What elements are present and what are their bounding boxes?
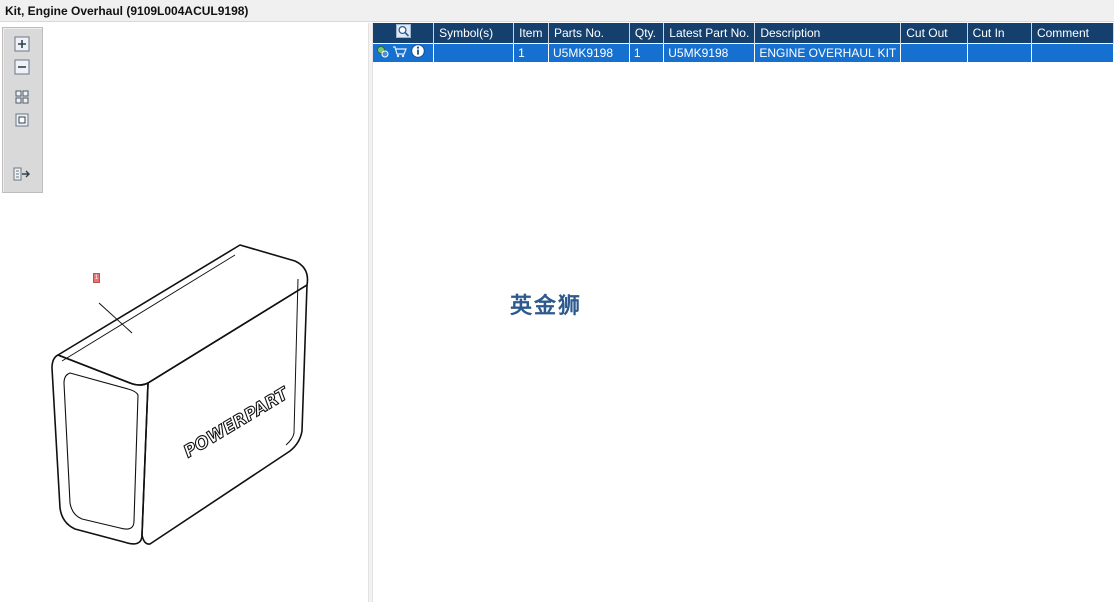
cell-comment [1031,42,1114,62]
column-header-comment[interactable]: Comment [1031,23,1114,43]
info-icon[interactable] [410,44,425,61]
window-title: Kit, Engine Overhaul (9109L004ACUL9198) [5,4,249,18]
column-header-cut-out[interactable]: Cut Out [900,23,968,43]
window-title-bar: Kit, Engine Overhaul (9109L004ACUL9198) [0,0,1114,22]
brand-lettering: POWERPART [180,383,293,462]
illustration-pane[interactable]: POWERPART 1 [0,23,368,602]
table-row[interactable]: 1 U5MK9198 1 U5MK9198 ENGINE OVERHAUL KI… [373,42,1114,62]
cell-cut-in [967,42,1032,62]
cell-item: 1 [513,42,549,62]
fit-all-icon[interactable] [12,88,32,106]
cell-qty: 1 [629,42,665,62]
cell-symbols [433,42,515,62]
cell-latest-part-no: U5MK9198 [663,42,756,62]
callout-marker[interactable]: 1 [93,273,100,283]
panel-toggle-icon[interactable] [12,165,32,183]
cell-description: ENGINE OVERHAUL KIT [754,42,902,62]
column-header-item[interactable]: Item [513,23,549,43]
locate-part-icon[interactable] [376,45,389,61]
view-toolbar [2,27,43,193]
cell-cut-out [900,42,968,62]
column-header-latest-part-no[interactable]: Latest Part No. [663,23,756,43]
view-search-icon[interactable] [395,24,411,41]
cell-parts-no: U5MK9198 [548,42,630,62]
zoom-out-icon[interactable] [12,58,32,76]
column-header-symbols[interactable]: Symbol(s) [433,23,515,43]
table-header-row: Symbol(s) Item Parts No. Qty. Latest Par… [373,23,1114,43]
parts-list-pane: Symbol(s) Item Parts No. Qty. Latest Par… [373,23,1114,602]
column-header-view[interactable] [373,23,435,43]
engine-kit-box-illustration[interactable]: POWERPART [0,223,368,602]
column-header-qty[interactable]: Qty. [629,23,665,43]
column-header-cut-in[interactable]: Cut In [967,23,1032,43]
column-header-description[interactable]: Description [754,23,902,43]
zoom-in-icon[interactable] [12,35,32,53]
column-header-parts-no[interactable]: Parts No. [548,23,630,43]
actual-size-icon[interactable] [12,111,32,129]
row-action-icons [373,42,435,62]
parts-table: Symbol(s) Item Parts No. Qty. Latest Par… [373,23,1114,62]
watermark-text: 英金狮 [510,294,583,319]
cart-icon[interactable] [392,45,408,61]
